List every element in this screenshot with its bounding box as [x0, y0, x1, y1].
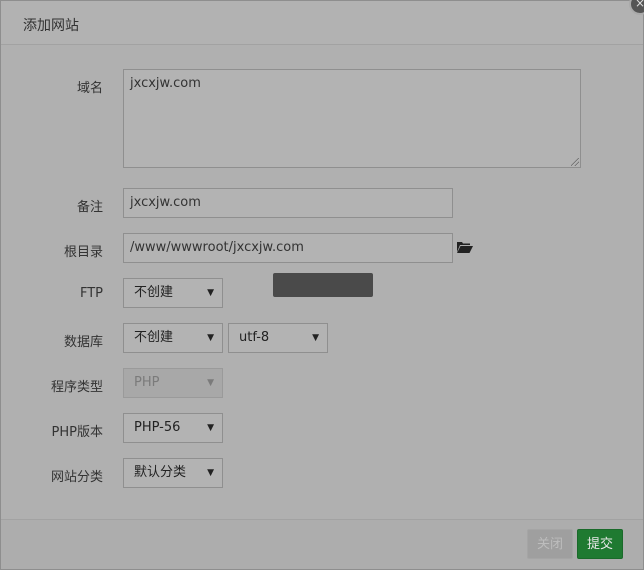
folder-open-icon[interactable]	[457, 241, 473, 253]
site-category-selected: 默认分类	[134, 465, 187, 480]
ftp-selected: 不创建	[134, 285, 174, 300]
dialog-header: 添加网站	[1, 1, 643, 45]
caret-down-icon: ▼	[207, 423, 214, 433]
add-site-dialog: 添加网站 × 域名 jxcxjw.com 备注 jxcxjw.com 根目录 /…	[0, 0, 644, 570]
dialog-body: 域名 jxcxjw.com 备注 jxcxjw.com 根目录 /www/www…	[1, 45, 643, 519]
caret-down-icon: ▼	[312, 333, 319, 343]
ftp-select[interactable]: 不创建 ▼	[123, 278, 223, 308]
database-selected: 不创建	[134, 330, 174, 345]
root-dir-input[interactable]: /www/wwwroot/jxcxjw.com	[123, 233, 453, 263]
database-label: 数据库	[63, 335, 103, 350]
program-type-label: 程序类型	[50, 380, 103, 395]
program-type-selected: PHP	[134, 375, 160, 390]
site-category-select[interactable]: 默认分类 ▼	[123, 458, 223, 488]
site-category-label: 网站分类	[50, 470, 103, 485]
tooltip-box	[273, 273, 373, 297]
domain-value: jxcxjw.com	[130, 76, 201, 91]
remark-input[interactable]: jxcxjw.com	[123, 188, 453, 218]
php-version-label: PHP版本	[51, 425, 103, 440]
dialog-footer: 关闭 提交	[1, 519, 643, 569]
root-dir-value: /www/wwwroot/jxcxjw.com	[130, 240, 304, 255]
dialog-title: 添加网站	[23, 18, 79, 34]
caret-down-icon: ▼	[207, 378, 214, 388]
ftp-label: FTP	[79, 286, 103, 301]
close-button[interactable]: 关闭	[527, 529, 573, 559]
caret-down-icon: ▼	[207, 288, 214, 298]
domain-textarea[interactable]: jxcxjw.com	[123, 69, 581, 168]
charset-select[interactable]: utf-8 ▼	[228, 323, 328, 353]
resize-handle-icon[interactable]	[571, 158, 579, 166]
php-version-selected: PHP-56	[134, 420, 181, 435]
database-select[interactable]: 不创建 ▼	[123, 323, 223, 353]
php-version-select[interactable]: PHP-56 ▼	[123, 413, 223, 443]
root-dir-label: 根目录	[63, 245, 103, 260]
caret-down-icon: ▼	[207, 468, 214, 478]
submit-button[interactable]: 提交	[577, 529, 623, 559]
remark-value: jxcxjw.com	[130, 195, 201, 210]
remark-label: 备注	[76, 200, 103, 215]
program-type-select: PHP ▼	[123, 368, 223, 398]
charset-selected: utf-8	[239, 330, 270, 345]
domain-label: 域名	[76, 81, 103, 96]
caret-down-icon: ▼	[207, 333, 214, 343]
